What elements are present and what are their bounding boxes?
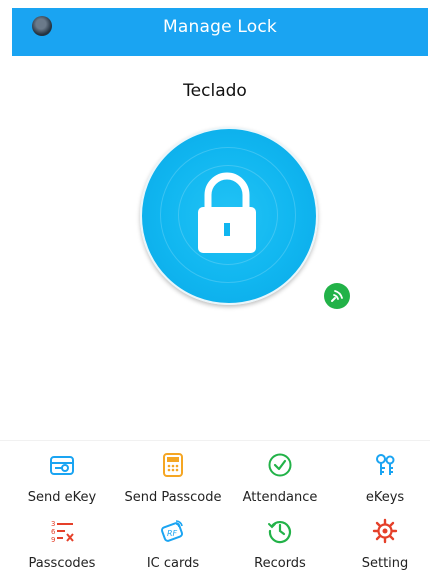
- page-title: Manage Lock: [163, 17, 277, 37]
- svg-text:3: 3: [51, 520, 55, 528]
- setting-label: Setting: [361, 556, 409, 571]
- send-ekey-icon: [50, 456, 74, 475]
- ekeys-label: eKeys: [365, 490, 405, 505]
- passcodes-label: Passcodes: [28, 556, 96, 571]
- records-label: Records: [254, 556, 306, 571]
- send-ekey-label: Send eKey: [27, 490, 97, 505]
- svg-text:9: 9: [51, 536, 55, 544]
- attendance-label: Attendance: [242, 490, 318, 505]
- ic-cards-label: IC cards: [146, 556, 200, 571]
- padlock-icon: [198, 172, 256, 253]
- send-ekey-button[interactable]: Send eKey: [12, 446, 112, 506]
- ekeys-button[interactable]: eKeys: [335, 446, 430, 506]
- attendance-icon: [268, 453, 292, 477]
- function-grid: Send eKey Send Passcode Attendance eKeys…: [0, 446, 430, 574]
- ic-cards-button[interactable]: RF IC cards: [123, 512, 223, 572]
- send-passcode-icon: [163, 453, 183, 477]
- setting-button[interactable]: Setting: [335, 512, 430, 572]
- records-icon: [268, 521, 291, 544]
- unlock-button[interactable]: [140, 127, 318, 305]
- lock-name: Teclado: [183, 81, 247, 101]
- app-header: Manage Lock: [12, 8, 428, 56]
- attendance-button[interactable]: Attendance: [230, 446, 330, 506]
- setting-icon: [372, 518, 398, 544]
- signal-icon: [331, 290, 343, 302]
- svg-text:RF: RF: [167, 529, 178, 538]
- svg-text:6: 6: [51, 528, 56, 536]
- send-passcode-button[interactable]: Send Passcode: [123, 446, 223, 506]
- passcodes-button[interactable]: 3 6 9 Passcodes: [12, 512, 112, 572]
- bluetooth-badge: [324, 283, 350, 309]
- divider: [0, 440, 430, 441]
- ekeys-icon: [376, 454, 395, 475]
- records-button[interactable]: Records: [230, 512, 330, 572]
- send-passcode-label: Send Passcode: [124, 490, 222, 505]
- passcodes-icon: 3 6 9: [51, 520, 74, 544]
- ic-cards-icon: RF: [160, 520, 184, 542]
